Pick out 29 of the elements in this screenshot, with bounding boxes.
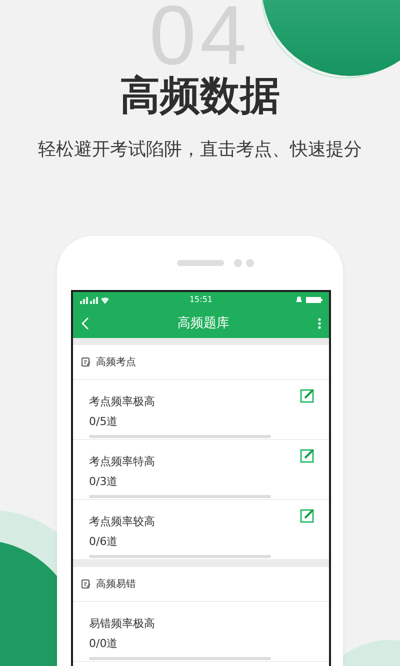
- more-icon[interactable]: [318, 318, 321, 328]
- question-count: 0/0道: [89, 637, 118, 651]
- question-count: 0/6道: [89, 535, 118, 549]
- edit-icon[interactable]: [300, 508, 315, 523]
- list-item[interactable]: 考点频率极高 0/5道: [73, 380, 329, 440]
- sensor-dot: [246, 259, 254, 267]
- edit-icon[interactable]: [300, 448, 315, 463]
- notebook-icon: [81, 579, 91, 589]
- signal-icon: [79, 296, 109, 304]
- row-title: 考点频率极高: [89, 395, 155, 409]
- header-title: 高频题库: [178, 315, 230, 332]
- notebook-icon: [81, 357, 91, 367]
- question-count: 0/5道: [89, 415, 118, 429]
- list-item[interactable]: 易错频率极高 0/0道: [73, 602, 329, 662]
- section-title: 高频考点: [96, 356, 136, 369]
- row-title: 考点频率特高: [89, 455, 155, 469]
- promo-subtitle: 轻松避开考试陷阱，直击考点、快速提分: [38, 139, 362, 161]
- section-title: 高频易错: [96, 578, 136, 591]
- promo-title: 高频数据: [120, 72, 280, 120]
- camera-dot: [234, 259, 242, 267]
- battery-icon: [293, 296, 323, 304]
- back-icon[interactable]: [81, 316, 89, 330]
- row-title: 易错频率极高: [89, 617, 155, 631]
- speaker-grille: [176, 260, 224, 266]
- status-time: 15:51: [189, 295, 213, 305]
- list-item[interactable]: 考点频率特高 0/3道: [73, 440, 329, 500]
- row-title: 考点频率较高: [89, 515, 155, 529]
- edit-icon[interactable]: [300, 388, 315, 403]
- question-count: 0/3道: [89, 475, 118, 489]
